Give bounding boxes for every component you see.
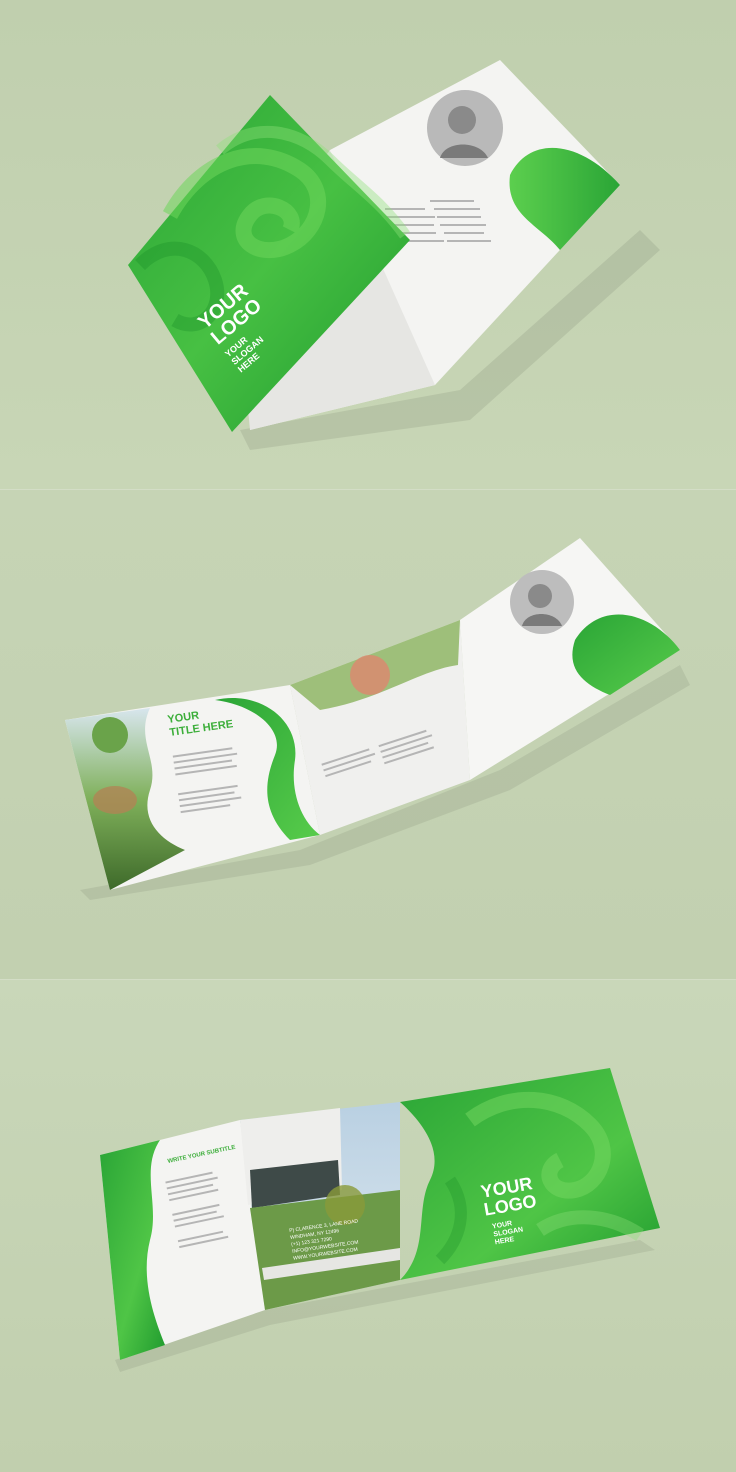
mockup-scene-open-brochure: YOUR TITLE HERE — [0, 490, 736, 980]
brochure-open-illustration: YOUR TITLE HERE — [65, 538, 690, 900]
brochure-closed-illustration: YOUR LOGO YOUR SLOGAN HERE — [128, 60, 660, 450]
mockup-scene-outside-brochure: WRITE YOUR SUBTITLE P) CLARENCE 3, LANE … — [0, 980, 736, 1472]
brochure-outside-illustration: WRITE YOUR SUBTITLE P) CLARENCE 3, LANE … — [100, 1068, 660, 1372]
mockup-scene-closed-brochure: YOUR LOGO YOUR SLOGAN HERE — [0, 0, 736, 490]
